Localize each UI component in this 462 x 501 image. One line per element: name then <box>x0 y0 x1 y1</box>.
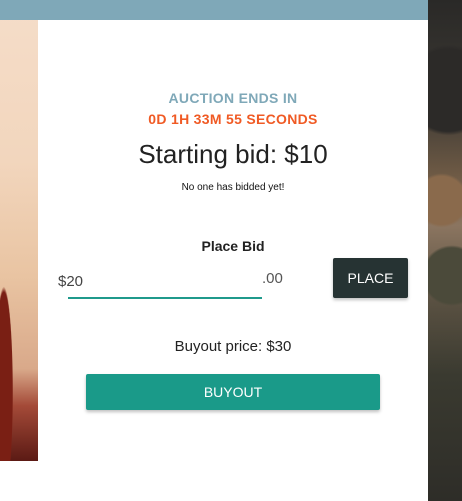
place-bid-label: Place Bid <box>201 238 265 254</box>
background-gap <box>0 461 38 501</box>
buyout-price: Buyout price: $30 <box>174 338 292 355</box>
buyout-button[interactable]: BUYOUT <box>86 374 380 410</box>
bid-cents: .00 <box>262 270 283 287</box>
place-bid-button[interactable]: PLACE <box>333 258 408 298</box>
top-bar <box>0 0 428 20</box>
bid-amount-input[interactable] <box>58 267 238 295</box>
bid-status: No one has bidded yet! <box>181 182 285 193</box>
countdown-timer: 0D 1H 33M 55 SECONDS <box>148 111 318 127</box>
background-image-left <box>0 0 38 461</box>
background-image-right <box>428 0 462 501</box>
auction-ends-label: AUCTION ENDS IN <box>168 90 298 106</box>
auction-panel: AUCTION ENDS IN 0D 1H 33M 55 SECONDS Sta… <box>38 20 428 501</box>
starting-bid: Starting bid: $10 <box>138 139 328 169</box>
bid-field <box>58 267 262 299</box>
